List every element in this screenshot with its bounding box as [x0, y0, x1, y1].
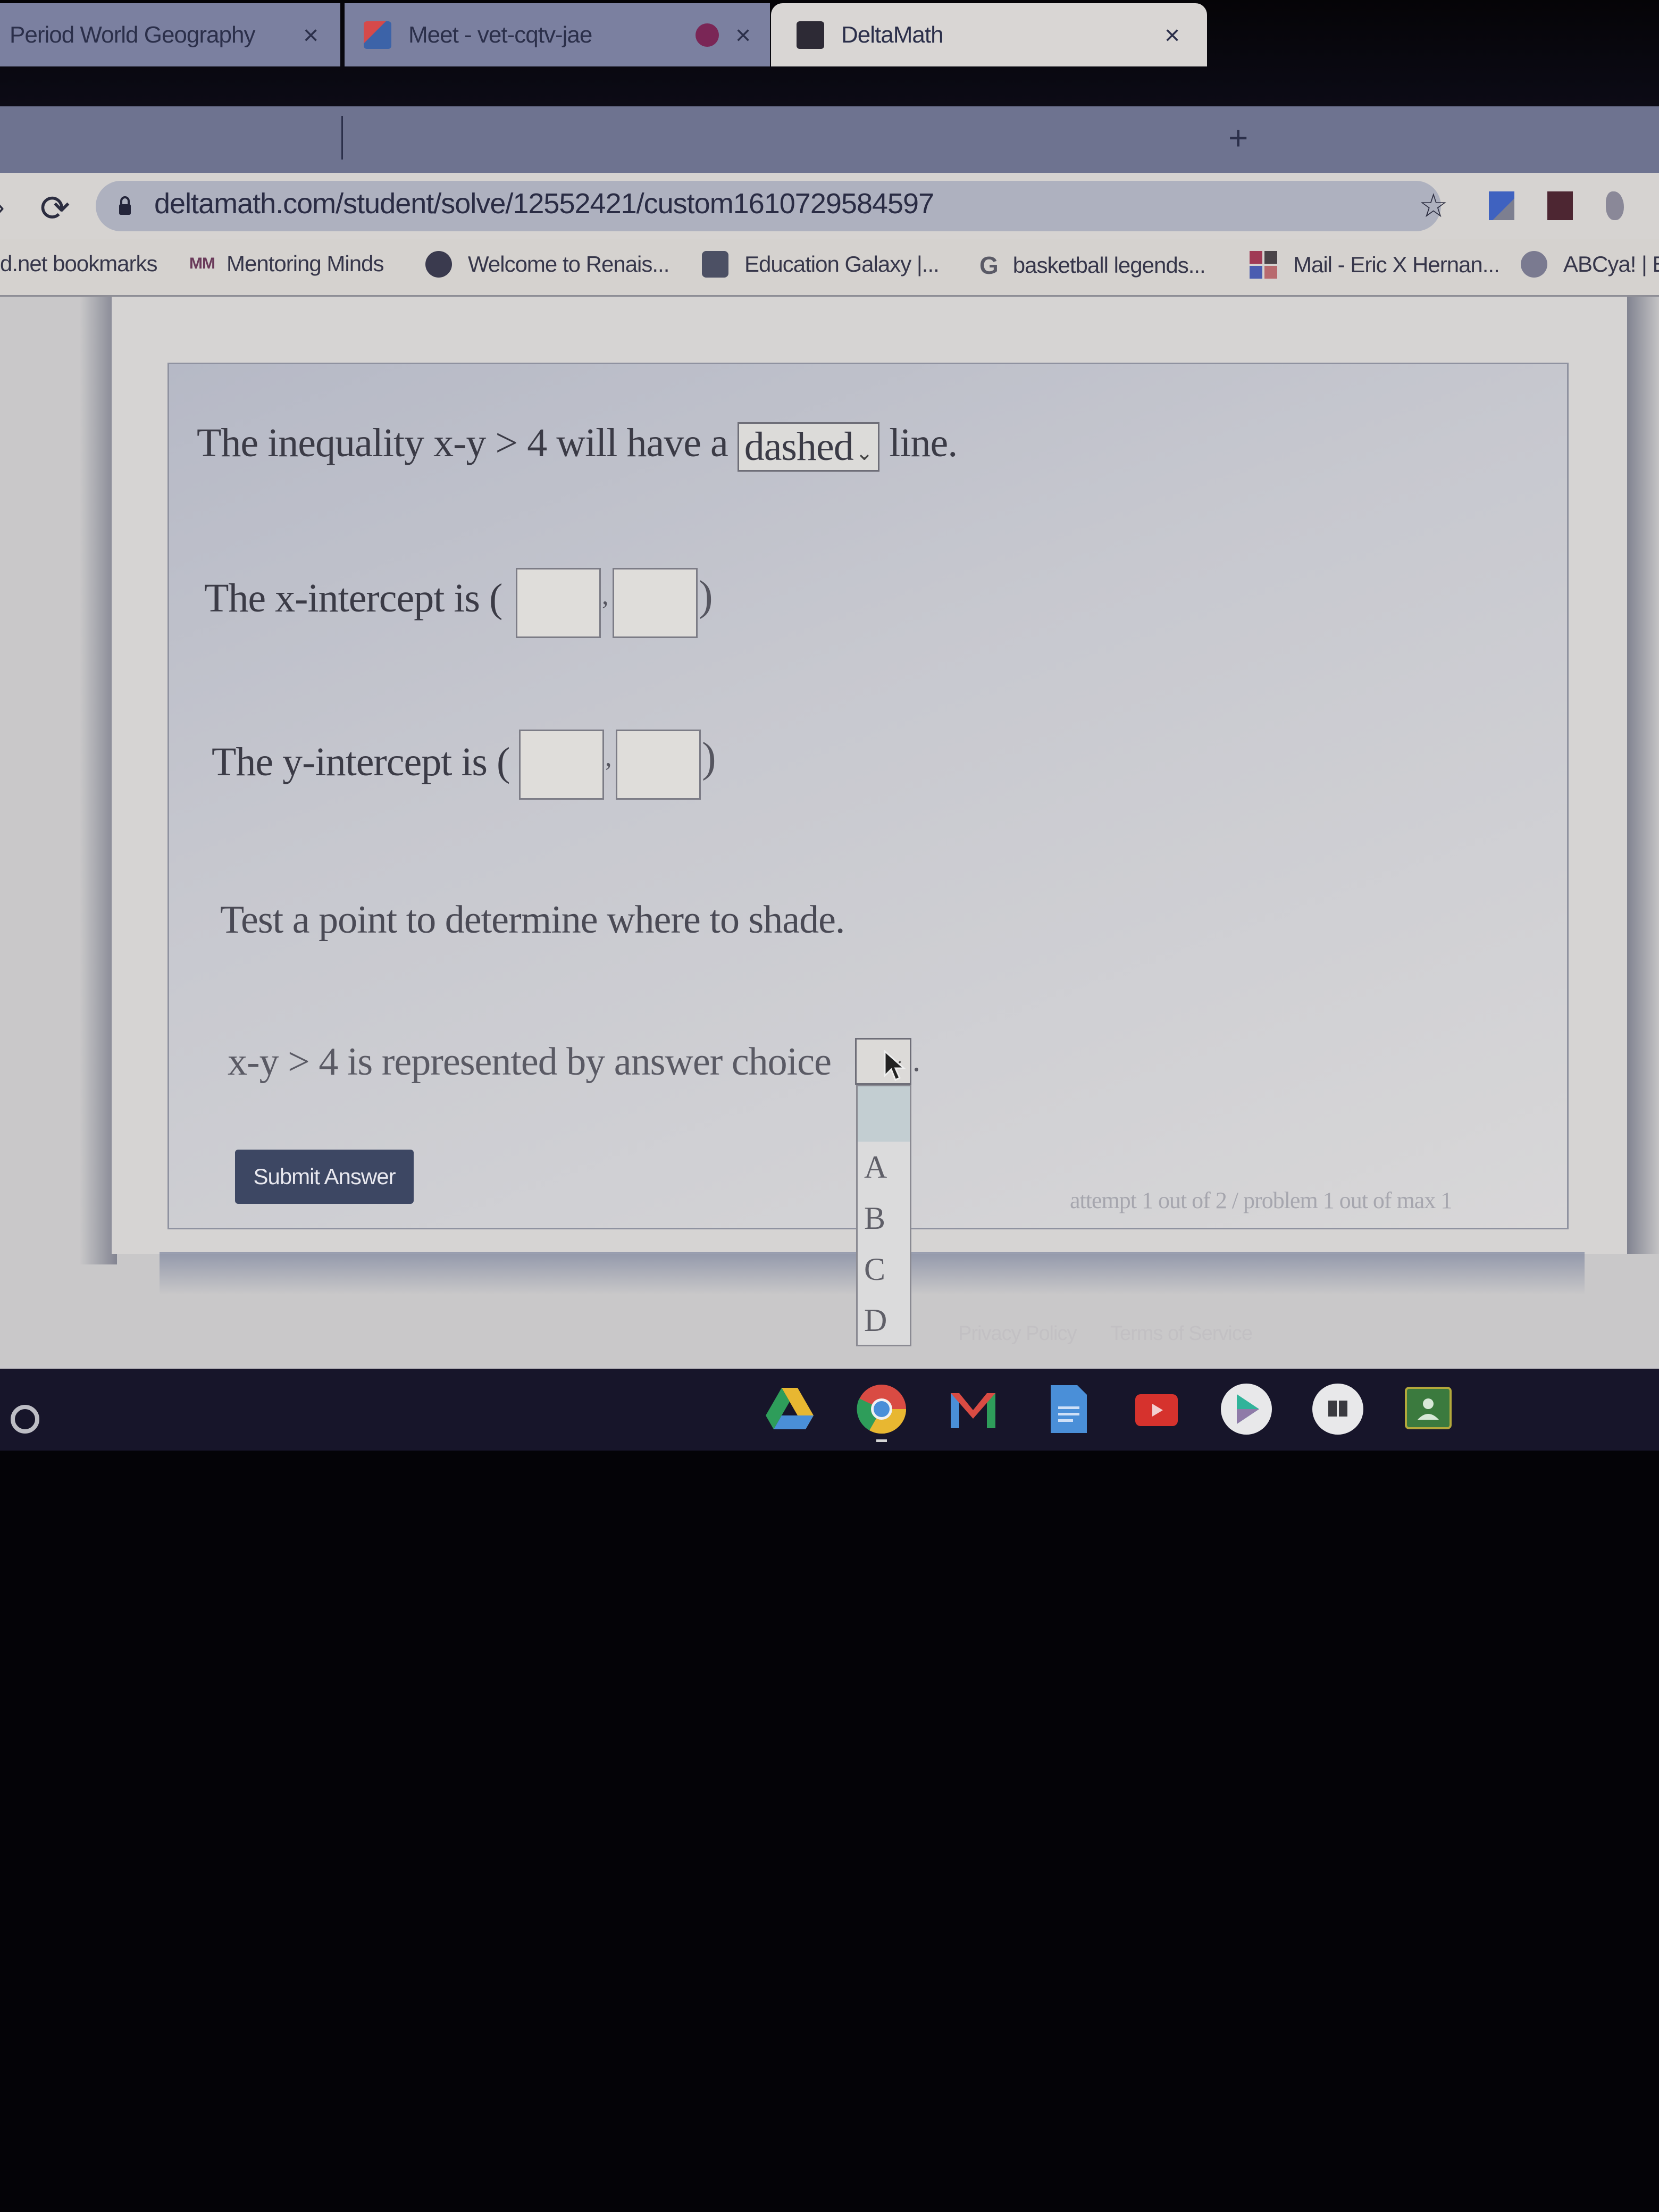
- dropdown-option-c[interactable]: C: [858, 1244, 910, 1295]
- bookmark-renaissance[interactable]: Welcome to Renais...: [425, 251, 669, 278]
- privacy-policy-link[interactable]: Privacy Policy: [958, 1322, 1077, 1345]
- x-intercept-label: The x-intercept is (: [204, 576, 502, 621]
- attempt-status: attempt 1 out of 2 / problem 1 out of ma…: [1070, 1187, 1452, 1213]
- line-type-value: dashed: [744, 424, 854, 470]
- tab-world-geography[interactable]: Period World Geography ×: [0, 3, 340, 66]
- back-arrow-icon[interactable]: ›: [0, 191, 5, 222]
- y-intercept-y-input[interactable]: [616, 730, 701, 800]
- google-docs-icon[interactable]: [1041, 1382, 1094, 1436]
- extension-red-icon[interactable]: [1547, 191, 1573, 220]
- extension-translate-icon[interactable]: [1489, 191, 1514, 220]
- bookmark-basketball-legends[interactable]: G basketball legends...: [979, 251, 1206, 280]
- line-type-prefix: The inequality x-y > 4 will have a: [197, 421, 728, 465]
- close-icon[interactable]: ×: [1164, 20, 1180, 51]
- bookmark-mentoring-minds[interactable]: MM Mentoring Minds: [189, 251, 384, 276]
- chrome-icon[interactable]: [855, 1382, 908, 1436]
- y-intercept-x-input[interactable]: [519, 730, 604, 800]
- youtube-icon[interactable]: [1130, 1382, 1183, 1436]
- books-icon[interactable]: [1311, 1382, 1364, 1436]
- line-type-suffix: line.: [889, 421, 958, 465]
- bookmark-mail[interactable]: Mail - Eric X Hernan...: [1250, 251, 1500, 279]
- chevron-down-icon: ⌄: [855, 441, 874, 465]
- tab-strip: [0, 106, 1659, 173]
- dropdown-option-a[interactable]: A: [858, 1142, 910, 1193]
- bookmark-label: Mentoring Minds: [226, 251, 384, 276]
- recording-indicator-icon: [696, 23, 719, 47]
- tab-title: Period World Geography: [10, 21, 255, 48]
- line-type-question: The inequality x-y > 4 will have a dashe…: [197, 420, 958, 472]
- answer-choice-label: x-y > 4 is represented by answer choice: [228, 1040, 832, 1084]
- y-intercept-close: ): [702, 734, 716, 781]
- bookmark-education-galaxy[interactable]: Education Galaxy |...: [702, 251, 940, 278]
- dropdown-option-b[interactable]: B: [858, 1193, 910, 1244]
- deltamath-icon: [797, 21, 824, 49]
- bookmark-label: Education Galaxy |...: [744, 252, 940, 276]
- submit-answer-button[interactable]: Submit Answer: [235, 1150, 414, 1204]
- close-icon[interactable]: ×: [303, 20, 319, 51]
- bookmark-label: d.net bookmarks: [0, 251, 157, 276]
- x-intercept-x-input[interactable]: [516, 568, 601, 638]
- answer-choice-dropdown-list: A B C D: [856, 1085, 911, 1346]
- test-point-instruction: Test a point to determine where to shade…: [220, 898, 845, 942]
- tab-separator: [341, 116, 343, 160]
- google-icon: G: [979, 252, 999, 279]
- google-drive-icon[interactable]: [763, 1382, 816, 1436]
- url-text[interactable]: deltamath.com/student/solve/12552421/cus…: [154, 187, 934, 220]
- tab-deltamath[interactable]: DeltaMath ×: [771, 3, 1207, 66]
- terms-of-service-link[interactable]: Terms of Service: [1110, 1322, 1253, 1345]
- mouse-cursor-icon: [884, 1050, 906, 1082]
- abcya-icon: [1521, 251, 1547, 278]
- answer-choice-period: .: [912, 1043, 920, 1078]
- bookmark-label: Welcome to Renais...: [468, 252, 669, 276]
- new-tab-button[interactable]: +: [1228, 118, 1248, 157]
- device-bezel-bottom: [0, 1451, 1659, 2212]
- mentoring-minds-icon: MM: [189, 255, 215, 272]
- play-store-icon[interactable]: [1220, 1382, 1273, 1436]
- x-intercept-comma: ,: [602, 580, 609, 610]
- bookmark-label: basketball legends...: [1012, 253, 1206, 278]
- y-intercept-label: The y-intercept is (: [212, 740, 510, 784]
- renaissance-icon: [425, 251, 452, 278]
- lock-icon: [119, 196, 131, 215]
- y-intercept-comma: ,: [605, 742, 612, 772]
- chrome-running-indicator: [876, 1439, 887, 1442]
- bookmark-star-icon[interactable]: ☆: [1419, 186, 1448, 225]
- card-shadow-right: [1624, 297, 1659, 1254]
- x-intercept-close: ): [699, 573, 713, 619]
- tab-title: DeltaMath: [841, 21, 944, 48]
- tab-title: Meet - vet-cqtv-jae: [408, 21, 592, 48]
- dropdown-option-d[interactable]: D: [858, 1295, 910, 1346]
- bookmark-abcya[interactable]: ABCya! | E: [1521, 251, 1659, 278]
- google-classroom-icon[interactable]: [1402, 1382, 1455, 1436]
- bookmark-label: Mail - Eric X Hernan...: [1293, 252, 1500, 277]
- education-galaxy-icon: [702, 251, 728, 278]
- tab-meet[interactable]: Meet - vet-cqtv-jae ×: [345, 3, 770, 66]
- launcher-icon[interactable]: [11, 1405, 39, 1434]
- close-icon[interactable]: ×: [735, 20, 751, 51]
- office-icon: [1250, 251, 1277, 279]
- meet-icon: [364, 21, 391, 49]
- reload-icon[interactable]: ⟳: [40, 188, 70, 230]
- bookmark-dnet[interactable]: d.net bookmarks: [0, 251, 157, 276]
- gmail-icon[interactable]: [946, 1382, 1000, 1436]
- x-intercept-y-input[interactable]: [613, 568, 698, 638]
- bookmark-label: ABCya! | E: [1563, 252, 1659, 276]
- dropdown-option-blank[interactable]: [858, 1086, 910, 1142]
- line-type-select[interactable]: dashed ⌄: [737, 422, 880, 472]
